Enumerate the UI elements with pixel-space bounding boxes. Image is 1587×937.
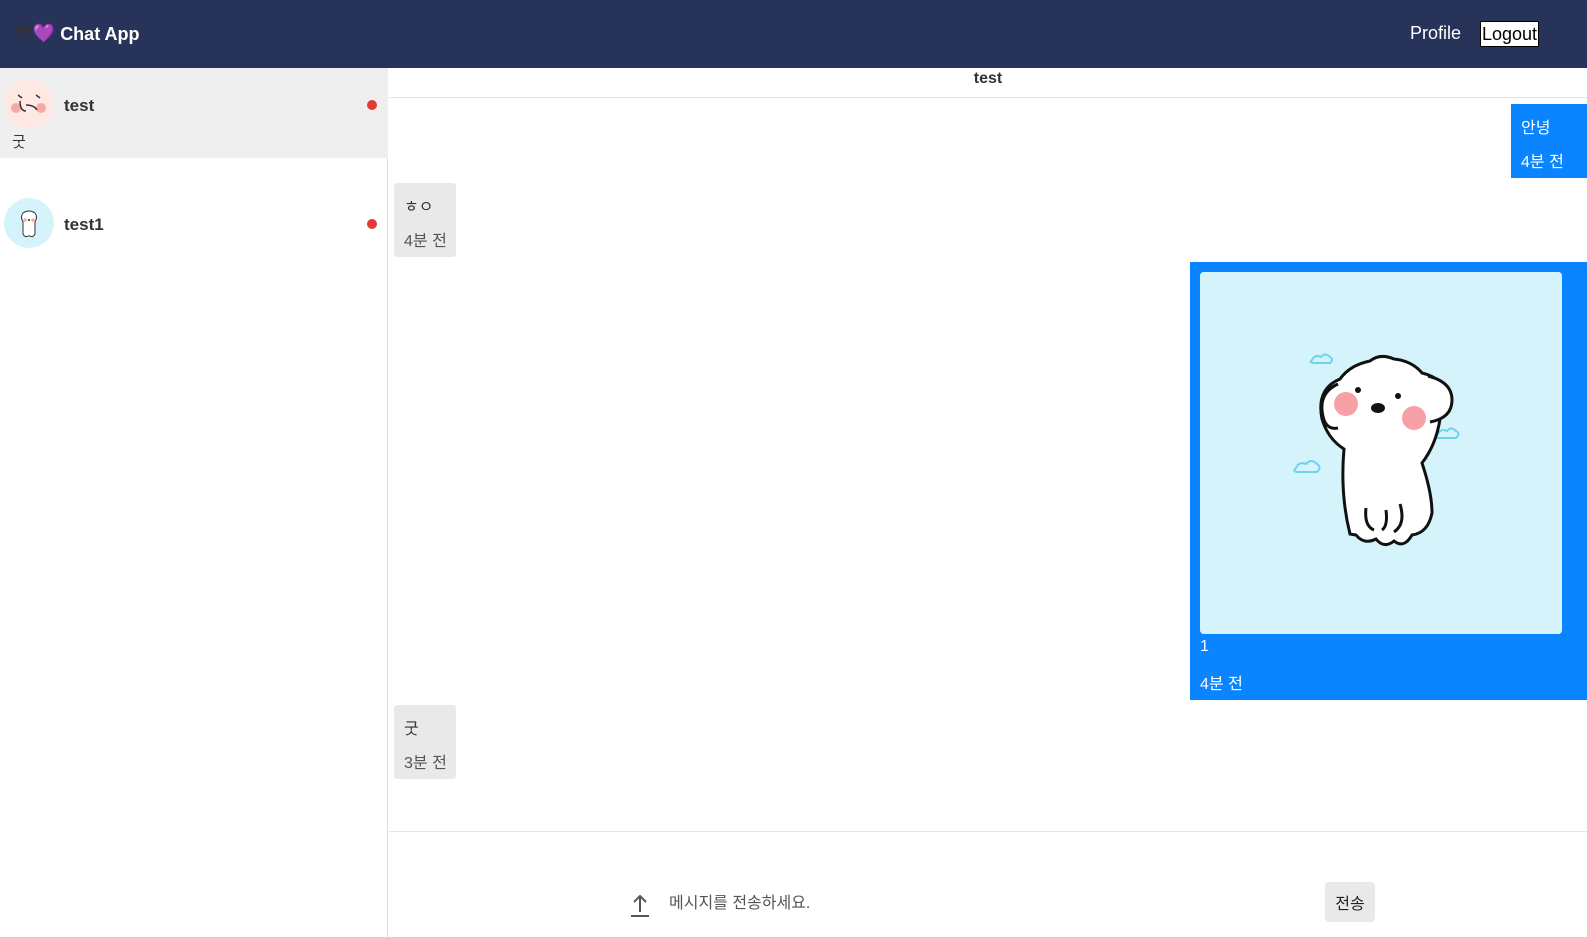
logout-button[interactable]: Logout: [1480, 21, 1539, 47]
message-input[interactable]: [669, 887, 1309, 921]
brand-emoji-icon: 😎💜: [14, 23, 56, 44]
upload-arrow-icon[interactable]: [630, 890, 650, 918]
message-bubble-mine: 안녕 4분 전: [1511, 104, 1587, 178]
room-name: test: [64, 96, 95, 115]
unread-dot-icon: [367, 100, 377, 110]
message-time: 4분 전: [1521, 154, 1564, 171]
room-item-test[interactable]: test 굿: [0, 68, 388, 158]
brand[interactable]: 😎💜 Chat App: [14, 22, 140, 46]
message-text: 안녕: [1521, 120, 1551, 137]
chat-room-list: test 굿 test1: [0, 68, 388, 937]
message-time: 4분 전: [404, 233, 447, 250]
message-text: 굿: [404, 721, 419, 738]
puppy-avatar-icon: [4, 198, 54, 248]
room-last-message: 굿: [12, 134, 26, 151]
message-composer: 전송: [389, 831, 1587, 937]
puppy-sticker-image[interactable]: [1200, 272, 1562, 634]
chat-title: test: [389, 68, 1587, 98]
send-button[interactable]: 전송: [1325, 882, 1375, 922]
message-bubble-mine-image: 1 4분 전: [1190, 262, 1587, 700]
profile-link[interactable]: Profile: [1410, 23, 1461, 44]
room-name: test1: [64, 215, 104, 234]
room-item-test1[interactable]: test1: [0, 188, 388, 260]
message-time: 4분 전: [1200, 676, 1243, 693]
message-text: ㅎㅇ: [404, 199, 434, 216]
unread-dot-icon: [367, 219, 377, 229]
message-bubble-other: ㅎㅇ 4분 전: [394, 183, 456, 257]
blushing-face-icon: [4, 79, 54, 129]
message-bubble-other: 굿 3분 전: [394, 705, 456, 779]
top-navbar: 😎💜 Chat App Profile Logout: [0, 0, 1587, 68]
brand-title: Chat App: [60, 23, 140, 44]
message-text: 1: [1200, 638, 1209, 655]
message-time: 3분 전: [404, 755, 447, 772]
